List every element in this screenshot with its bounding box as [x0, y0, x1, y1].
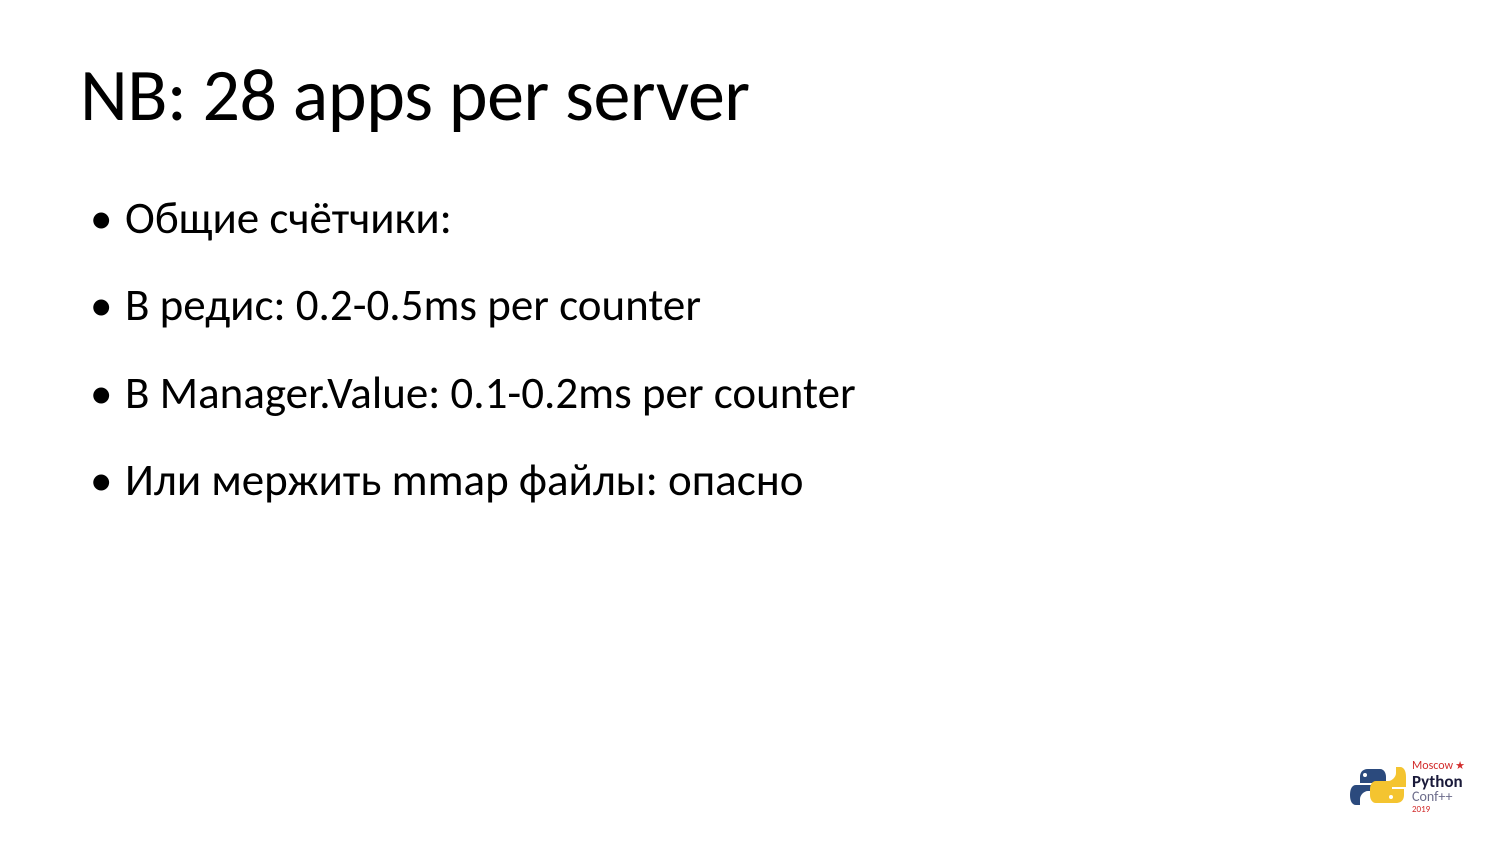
conference-logo: Moscow★ Python Conf++ 2019 [1350, 757, 1465, 814]
bullet-item: В Manager.Value: 0.1-0.2ms per counter [90, 370, 1420, 417]
logo-conf-text: Conf++ [1412, 790, 1465, 804]
logo-year-text: 2019 [1412, 805, 1465, 814]
slide-title: NB: 28 apps per server [80, 50, 1420, 140]
bullet-list: Общие счётчики: В редис: 0.2-0.5ms per c… [80, 195, 1420, 504]
bullet-item: Или мержить mmap файлы: опасно [90, 457, 1420, 504]
slide-container: NB: 28 apps per server Общие счётчики: В… [0, 0, 1500, 844]
python-logo-icon [1350, 761, 1406, 811]
bullet-item: Общие счётчики: [90, 195, 1420, 242]
logo-text: Moscow★ Python Conf++ 2019 [1412, 757, 1465, 814]
bullet-item: В редис: 0.2-0.5ms per counter [90, 282, 1420, 329]
